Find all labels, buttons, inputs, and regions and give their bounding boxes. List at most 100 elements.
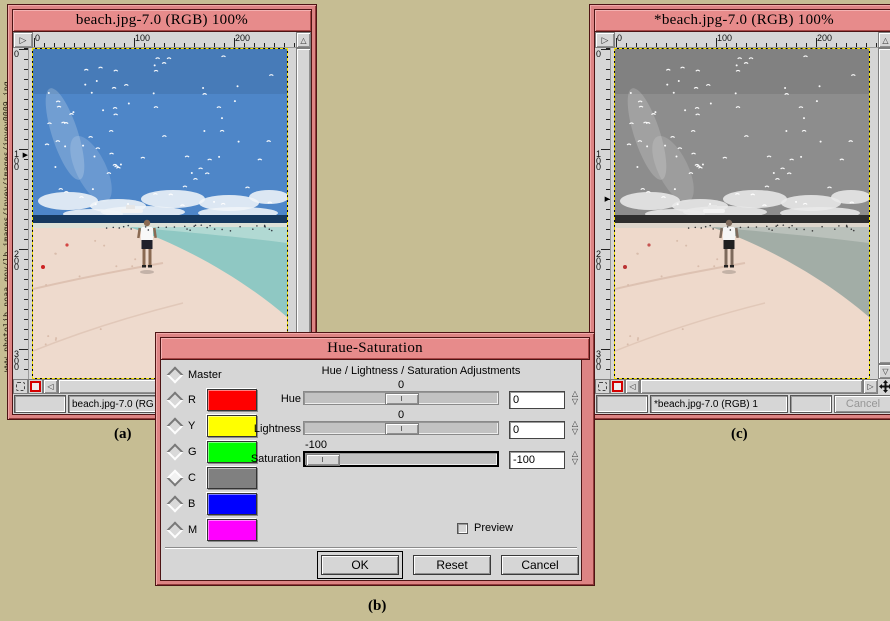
h-ruler-label: 0	[617, 33, 622, 43]
status-title-text: *beach.jpg-7.0 (RGB) 1	[654, 399, 758, 410]
radio-icon	[167, 418, 184, 435]
saturation-slider[interactable]	[303, 451, 499, 467]
beach-photo-original[interactable]	[33, 49, 287, 378]
window-c-titlebar[interactable]: *beach.jpg-7.0 (RGB) 100%	[594, 9, 890, 32]
horizontal-scrollbar-thumb[interactable]	[640, 379, 863, 394]
pan-window-handle[interactable]	[878, 379, 890, 394]
horizontal-ruler: 0 100 200	[615, 32, 878, 48]
dialog-titlebar[interactable]: Hue-Saturation	[160, 337, 590, 360]
v-ruler-label: 200	[14, 251, 21, 271]
vertical-scrollbar-thumb[interactable]	[878, 48, 890, 364]
scroll-down-button[interactable]: ▽	[878, 364, 890, 379]
reset-button[interactable]: Reset	[413, 555, 491, 575]
spin-down-icon[interactable]: ▽	[572, 428, 578, 436]
window-a-title: beach.jpg-7.0 (RGB) 100%	[76, 12, 248, 29]
saturation-slider-handle[interactable]	[306, 454, 340, 466]
cancel-button[interactable]: Cancel	[501, 555, 579, 575]
radio-icon	[167, 367, 184, 384]
quickmask-off-button[interactable]	[13, 379, 28, 394]
vertical-ruler: 0 100 200 300 ▶	[13, 48, 29, 379]
ok-label: OK	[351, 558, 368, 572]
radio-icon	[167, 522, 184, 539]
saturation-value-label: -100	[305, 439, 327, 451]
radio-icon-selected	[167, 470, 184, 487]
preview-checkbox-row[interactable]: Preview	[457, 522, 513, 534]
ruler-pointer-marker: ▶	[605, 196, 610, 203]
vertical-ruler: 0 100 200 300 ▶	[595, 48, 611, 379]
v-ruler-label: 300	[596, 351, 603, 371]
saturation-spinner[interactable]: △▽	[569, 450, 581, 466]
hue-entry[interactable]: 0	[509, 391, 565, 409]
channel-r[interactable]: R	[169, 393, 196, 407]
preview-label: Preview	[474, 522, 513, 534]
hue-spinner[interactable]: △▽	[569, 390, 581, 406]
quickmask-icon	[612, 381, 623, 392]
quickmask-off-button[interactable]	[595, 379, 610, 394]
scroll-up-button[interactable]: △	[296, 32, 311, 48]
scroll-left-button[interactable]: ◁	[625, 379, 640, 394]
scroll-up-button[interactable]: △	[878, 32, 890, 48]
status-title-box: *beach.jpg-7.0 (RGB) 1	[650, 395, 788, 413]
saturation-entry[interactable]: -100	[509, 451, 565, 469]
spin-down-icon[interactable]: ▽	[572, 398, 578, 406]
progress-cancel-button[interactable]: Cancel	[834, 395, 890, 413]
v-ruler-label: 300	[14, 351, 21, 371]
scroll-left-button[interactable]: ◁	[43, 379, 58, 394]
ruler-corner-button[interactable]: ▷	[13, 32, 33, 48]
h-ruler-label: 100	[135, 33, 150, 43]
h-ruler-label: 0	[35, 33, 40, 43]
radio-icon	[167, 392, 184, 409]
radio-icon	[167, 496, 184, 513]
channel-label: M	[188, 524, 197, 536]
channel-m[interactable]: M	[169, 523, 197, 537]
layer-boundary-marquee	[32, 48, 288, 379]
hue-slider[interactable]	[303, 391, 499, 405]
ruler-corner-button[interactable]: ▷	[595, 32, 615, 48]
vertical-scrollbar[interactable]: ▽	[296, 48, 311, 379]
image-window-c: *beach.jpg-7.0 (RGB) 100% ▷ 0 100 200 △ …	[589, 4, 890, 420]
dialog-separator	[165, 547, 577, 549]
cancel-label: Cancel	[521, 558, 558, 572]
quickmask-on-button[interactable]	[28, 379, 43, 394]
lightness-slider[interactable]	[303, 421, 499, 435]
window-c-content: ▷ 0 100 200 △ 0 100 200 300 ▶ ▽	[594, 32, 890, 415]
radio-icon	[167, 444, 184, 461]
saturation-entry-value: -100	[513, 454, 535, 466]
lightness-entry-value: 0	[513, 424, 519, 436]
vertical-scrollbar[interactable]: ▽	[878, 48, 890, 379]
cursor-position-box	[596, 395, 648, 413]
channel-master[interactable]: Master	[169, 368, 222, 382]
channel-g[interactable]: G	[169, 445, 197, 459]
ruler-pointer-marker: ▶	[23, 152, 28, 159]
channel-y[interactable]: Y	[169, 419, 195, 433]
down-arrow-icon: ▽	[882, 367, 888, 376]
window-a-titlebar[interactable]: beach.jpg-7.0 (RGB) 100%	[12, 9, 312, 32]
v-ruler-label: 0	[596, 51, 603, 58]
v-ruler-label: 100	[596, 151, 603, 171]
left-arrow-icon: ◁	[47, 382, 53, 391]
lightness-entry[interactable]: 0	[509, 421, 565, 439]
progress-box	[790, 395, 832, 413]
channel-b[interactable]: B	[169, 497, 195, 511]
figure-label-a: (a)	[114, 426, 132, 443]
lightness-slider-handle[interactable]	[385, 423, 419, 435]
hue-saturation-dialog: Hue-Saturation Hue / Lightness / Saturat…	[155, 332, 595, 586]
beach-photo-desaturated[interactable]	[615, 49, 869, 378]
v-ruler-label: 100	[14, 151, 21, 171]
channel-c[interactable]: C	[169, 471, 196, 485]
left-arrow-icon: ◁	[629, 382, 635, 391]
quickmask-on-button[interactable]	[610, 379, 625, 394]
hue-slider-handle[interactable]	[385, 393, 419, 405]
hue-value-label: 0	[385, 379, 417, 391]
channel-label: R	[188, 394, 196, 406]
checkbox-icon[interactable]	[457, 523, 468, 534]
lightness-spinner[interactable]: △▽	[569, 420, 581, 436]
ok-button[interactable]: OK	[321, 555, 399, 575]
horizontal-scrollbar[interactable]: ◁ ▷	[625, 379, 878, 394]
vertical-scrollbar-thumb[interactable]	[296, 48, 311, 364]
hue-entry-value: 0	[513, 394, 519, 406]
scroll-right-button[interactable]: ▷	[863, 379, 878, 394]
swatch-magenta	[207, 519, 257, 541]
spin-down-icon[interactable]: ▽	[572, 458, 578, 466]
move-icon	[879, 380, 890, 393]
